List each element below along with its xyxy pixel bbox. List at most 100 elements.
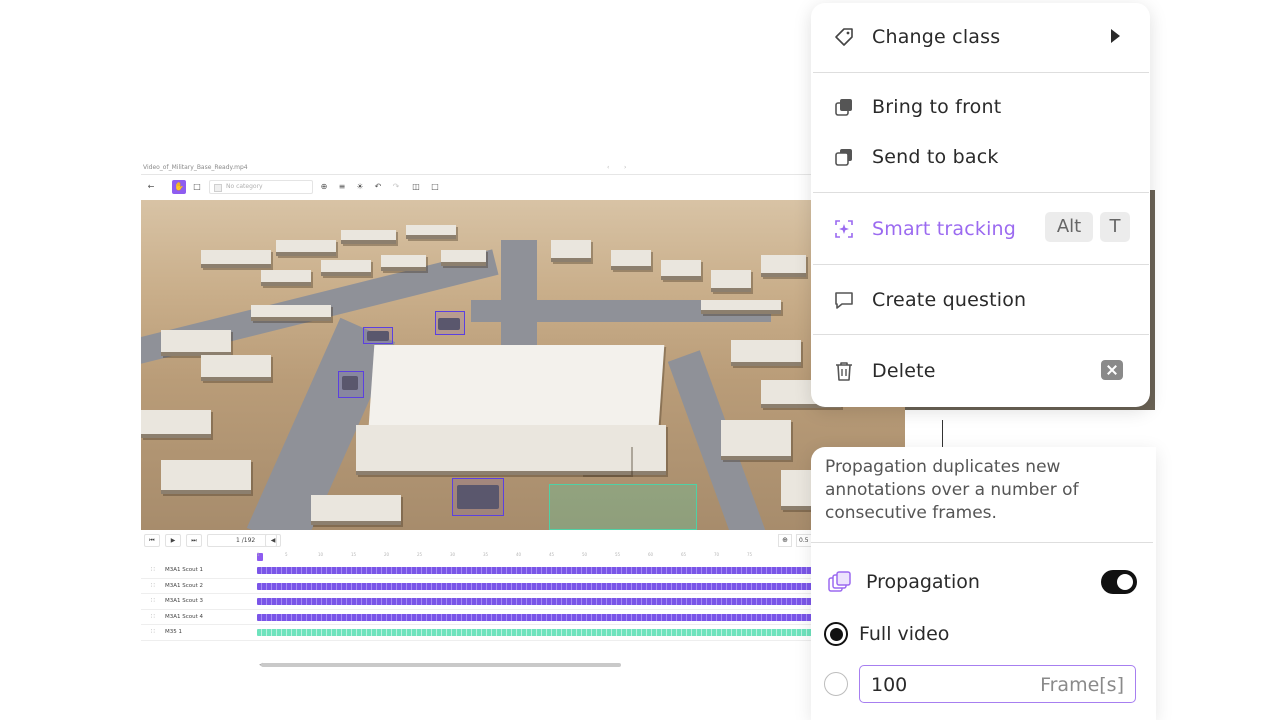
playback-controls: ⏮ ▶ ⏭ 1 /192 ◀ ⊕ 0.5 <box>141 532 821 550</box>
editor-titlebar: Video_of_Military_Base_Ready.mp4 ‹ › <box>141 163 821 175</box>
track-name: M35 1 <box>165 629 182 635</box>
adjust-icon[interactable]: ≡ <box>335 180 349 194</box>
toggle-knob <box>1117 574 1133 590</box>
next-file-icon[interactable]: › <box>624 164 626 171</box>
annotation-box-scout-1[interactable] <box>363 327 393 344</box>
building <box>201 355 271 381</box>
page: Video_of_Military_Base_Ready.mp4 ‹ › ← ✋… <box>0 0 1280 720</box>
shortcut-key-alt: Alt <box>1045 212 1093 242</box>
track-bar[interactable] <box>257 613 817 621</box>
building <box>701 300 781 314</box>
menu-item-bring-to-front[interactable]: Bring to front <box>811 87 1150 127</box>
timeline-zoom-icon[interactable]: ⊕ <box>778 534 792 547</box>
prev-file-icon[interactable]: ‹ <box>607 164 609 171</box>
drag-handle-icon[interactable]: ∷ <box>151 628 155 635</box>
ruler-tick: 20 <box>384 552 390 557</box>
ruler-tick: 65 <box>681 552 687 557</box>
ruler-tick: 1 <box>257 552 260 557</box>
ruler-tick: 15 <box>351 552 357 557</box>
menu-item-label: Smart tracking <box>872 218 1017 240</box>
full-video-radio[interactable] <box>824 622 848 646</box>
building <box>731 340 801 366</box>
hand-tool-icon[interactable]: ✋ <box>172 180 186 194</box>
propagation-description: Propagation duplicates new annotations o… <box>825 457 1079 523</box>
timeline-scrollbar[interactable] <box>261 663 621 667</box>
propagation-toggle[interactable] <box>1101 570 1137 594</box>
building <box>161 330 231 356</box>
ruler-tick: 40 <box>516 552 522 557</box>
track-name: M3A1 Scout 1 <box>165 567 204 573</box>
building <box>551 240 591 262</box>
menu-item-send-to-back[interactable]: Send to back <box>811 137 1150 177</box>
track-row[interactable]: ∷ M3A1 Scout 4 <box>141 610 821 625</box>
ruler-tick: 10 <box>318 552 324 557</box>
building <box>761 255 806 277</box>
track-bar[interactable] <box>257 582 817 590</box>
annotation-box-scout-4[interactable] <box>452 478 504 516</box>
video-frame[interactable] <box>141 200 905 530</box>
drag-handle-icon[interactable]: ∷ <box>151 582 155 589</box>
track-bar[interactable] <box>257 629 817 636</box>
speech-bubble-icon <box>835 292 853 309</box>
building <box>311 495 401 525</box>
menu-item-create-question[interactable]: Create question <box>811 280 1150 320</box>
building <box>251 305 331 321</box>
menu-item-label: Bring to front <box>872 96 1002 118</box>
skip-forward-icon[interactable]: ⏭ <box>186 534 202 547</box>
track-bar[interactable] <box>257 567 817 574</box>
menu-item-label: Send to back <box>872 146 999 168</box>
redo-icon[interactable]: ↷ <box>389 180 403 194</box>
volume-icon[interactable]: ◀ <box>265 534 281 547</box>
drag-handle-icon[interactable]: ∷ <box>151 597 155 604</box>
undo-icon[interactable]: ↶ <box>371 180 385 194</box>
menu-item-delete[interactable]: Delete <box>811 351 1150 391</box>
editor-toolbar: ← ✋ □ No category ⊕ ≡ ☀ ↶ ↷ ◫ □ <box>141 177 821 197</box>
frames-radio[interactable] <box>824 672 848 696</box>
track-row[interactable]: ∷ M3A1 Scout 2 <box>141 579 821 594</box>
building <box>711 270 751 292</box>
track-bar[interactable] <box>257 598 817 605</box>
building <box>261 270 311 286</box>
context-menu: Change class Bring to front Send to back <box>811 3 1150 407</box>
timeline-ruler[interactable]: 1 5 10 15 20 25 30 35 40 45 50 55 60 65 … <box>257 552 817 562</box>
timeline-tracks: ∷ M3A1 Scout 1 ∷ M3A1 Scout 2 ∷ M3A1 Sco… <box>141 563 821 641</box>
comment-icon[interactable]: □ <box>428 180 442 194</box>
track-row[interactable]: ∷ M3A1 Scout 3 <box>141 594 821 610</box>
annotation-box-scout-2[interactable] <box>435 311 465 335</box>
panel-divider <box>811 542 1153 543</box>
ruler-tick: 55 <box>615 552 621 557</box>
brightness-icon[interactable]: ☀ <box>353 180 367 194</box>
track-row[interactable]: ∷ M3A1 Scout 1 <box>141 563 821 579</box>
annotation-box-scout-3[interactable] <box>338 371 364 398</box>
track-row[interactable]: ∷ M35 1 <box>141 625 821 641</box>
menu-divider <box>813 334 1149 335</box>
category-select[interactable]: No category <box>209 180 313 194</box>
play-icon[interactable]: ▶ <box>165 534 181 547</box>
ruler-tick: 35 <box>483 552 489 557</box>
ruler-tick: 30 <box>450 552 456 557</box>
back-arrow-icon[interactable]: ← <box>144 180 158 194</box>
full-video-label: Full video <box>859 623 950 645</box>
track-name: M3A1 Scout 2 <box>165 582 204 589</box>
trash-icon[interactable]: ◫ <box>409 180 423 194</box>
menu-divider <box>813 72 1149 73</box>
menu-item-change-class[interactable]: Change class <box>811 17 1150 57</box>
frames-unit: Frame[s] <box>1040 674 1124 696</box>
frames-input[interactable]: 100 Frame[s] <box>859 665 1136 703</box>
menu-item-smart-tracking[interactable]: Smart tracking Alt T <box>811 209 1150 249</box>
building <box>321 260 371 276</box>
ruler-tick: 45 <box>549 552 555 557</box>
building <box>381 255 426 271</box>
ruler-tick: 5 <box>285 552 288 557</box>
submenu-arrow-icon <box>1111 29 1120 43</box>
annotation-box-m35[interactable] <box>549 484 697 530</box>
building <box>161 460 251 494</box>
box-tool-icon[interactable]: □ <box>190 180 204 194</box>
bring-to-front-icon <box>835 99 852 116</box>
menu-item-label: Change class <box>872 26 1001 48</box>
drag-handle-icon[interactable]: ∷ <box>151 613 155 620</box>
skip-back-icon[interactable]: ⏮ <box>144 534 160 547</box>
building <box>581 445 631 475</box>
zoom-icon[interactable]: ⊕ <box>317 180 331 194</box>
drag-handle-icon[interactable]: ∷ <box>151 566 155 573</box>
